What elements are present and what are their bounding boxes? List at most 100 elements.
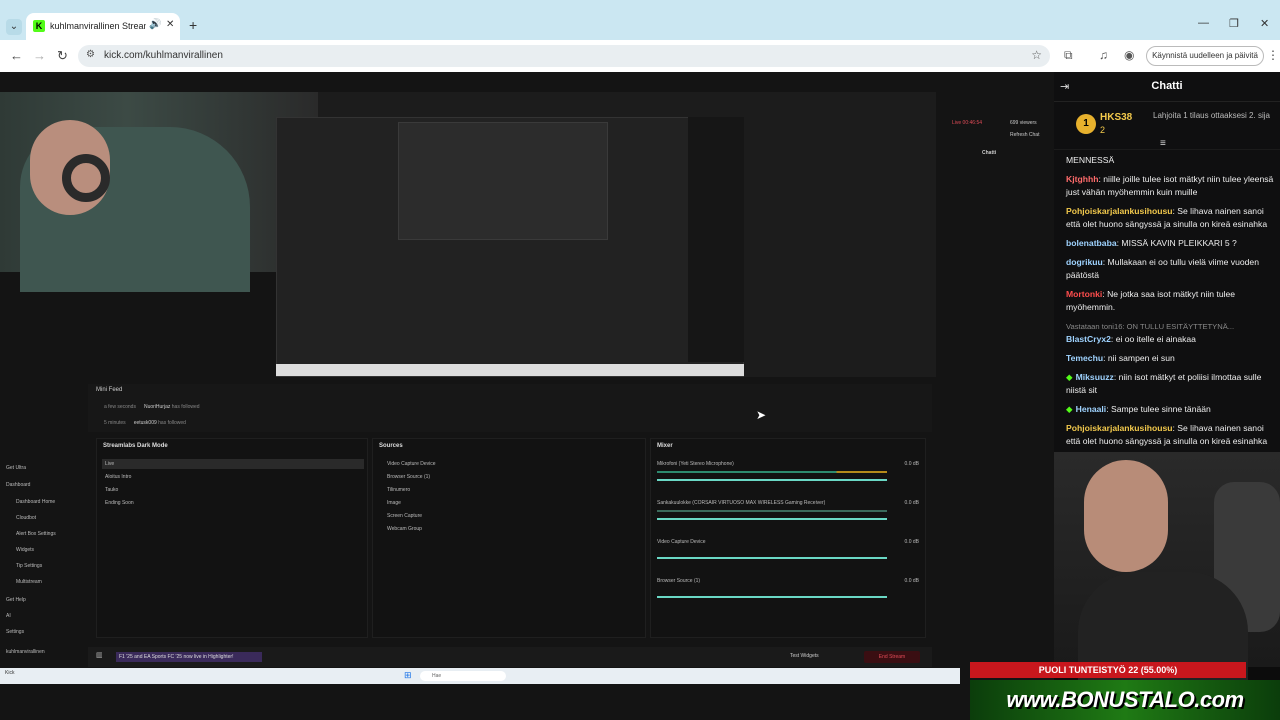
news-ticker[interactable]: F1 '25 and EA Sports FC '25 now live in …: [116, 652, 262, 662]
scene-item[interactable]: Live: [105, 461, 114, 467]
chat-username[interactable]: Kjtghhh: [1066, 174, 1098, 184]
sidebar-item[interactable]: Settings: [6, 629, 24, 635]
volume-slider[interactable]: [657, 479, 887, 481]
browser-tab[interactable]: K kuhlmanvirallinen Stream 🔊 ✕: [26, 13, 180, 40]
mini-feed-title: Mini Feed: [96, 387, 123, 393]
scene-item[interactable]: Aloitus Intro: [105, 474, 131, 480]
end-stream-button[interactable]: End Stream: [864, 651, 920, 663]
sidebar-item[interactable]: Cloudbot: [16, 515, 36, 521]
back-icon[interactable]: ←: [10, 48, 23, 63]
close-window-icon[interactable]: ✕: [1260, 17, 1269, 30]
scene-item[interactable]: Tauko: [105, 487, 118, 493]
site-info-icon[interactable]: ⚙: [86, 49, 95, 60]
audio-playing-icon[interactable]: 🔊: [149, 19, 161, 30]
media-controls-icon[interactable]: ♫: [1099, 48, 1108, 62]
chat-username[interactable]: dogrikuu: [1066, 257, 1103, 267]
sidebar-item[interactable]: kuhlmanvirallinen: [6, 649, 45, 655]
forward-icon[interactable]: →: [33, 48, 46, 63]
sub-badge-icon: ◆: [1066, 372, 1073, 382]
chat-username[interactable]: Temechu: [1066, 353, 1103, 363]
sidebar-item[interactable]: Multistream: [16, 579, 42, 585]
sidebar-item[interactable]: Dashboard Home: [16, 499, 55, 505]
mixer-channel-label: Video Capture Device: [657, 539, 706, 545]
chat-message: bolenatbaba: MISSÄ KAVIN PLEIKKARI 5 ?: [1066, 237, 1278, 250]
extensions-icon[interactable]: ⧉: [1064, 48, 1073, 63]
profile-icon[interactable]: ◉: [1124, 48, 1134, 62]
stats-icon[interactable]: ▥: [96, 651, 103, 659]
nested-taskbar: [276, 364, 744, 376]
chat-username[interactable]: Henaali: [1076, 404, 1107, 414]
volume-slider[interactable]: [657, 596, 887, 598]
feed-text: has followed: [171, 404, 200, 410]
headphones-icon: [62, 154, 110, 202]
source-item[interactable]: Webcam Group: [387, 526, 422, 532]
source-item[interactable]: Video Capture Device: [387, 461, 436, 467]
scenes-title: Streamlabs Dark Mode: [103, 443, 168, 449]
chat-username[interactable]: Pohjoiskarjalankusihousu: [1066, 423, 1173, 433]
volume-slider[interactable]: [657, 557, 887, 559]
mixer-channel-label: Sankakuulokke (CORSAIR VIRTUOSO MAX WIRE…: [657, 500, 826, 506]
chat-username[interactable]: Miksuuzz: [1076, 372, 1114, 382]
chat-text: ei oo itelle ei ainakaa: [1115, 334, 1196, 344]
refresh-chat-button[interactable]: Refresh Chat: [1010, 132, 1039, 138]
chat-messages: MENNESSÄ Kjtghhh: niille joille tulee is…: [1066, 154, 1278, 454]
address-bar[interactable]: ⚙ kick.com/kuhlmanvirallinen ☆: [78, 45, 1050, 67]
taskbar-kick-label: Kick: [5, 670, 15, 676]
source-item[interactable]: Screen Capture: [387, 513, 422, 519]
slobs-sidebar: Get Ultra Dashboard Dashboard Home Cloud…: [0, 457, 88, 667]
nested-preview-window: [398, 122, 608, 240]
expand-leaderboard-icon[interactable]: ≡: [1160, 138, 1166, 149]
feed-time: a few seconds: [104, 404, 136, 410]
mixer-db: 0.0 dB: [904, 578, 919, 584]
chat-header: ⇥ Chatti: [1054, 72, 1280, 102]
source-item[interactable]: Image: [387, 500, 401, 506]
new-tab-icon[interactable]: +: [189, 17, 197, 33]
minimize-icon[interactable]: —: [1198, 17, 1209, 29]
scenes-panel: Streamlabs Dark Mode Live Aloitus Intro …: [96, 438, 368, 638]
stream-video-player[interactable]: Live 00:46:54 699 viewers Refresh Chat C…: [0, 72, 1054, 720]
mini-feed: Mini Feed a few seconds NuoriHurjaz has f…: [88, 384, 932, 432]
chat-title: Chatti: [1151, 80, 1183, 92]
chat-username[interactable]: BlastCryx2: [1066, 334, 1111, 344]
chat-panel: ⇥ Chatti 1 HKS38 2 Lahjoita 1 tilaus ott…: [1054, 72, 1280, 452]
sidebar-item[interactable]: AI: [6, 613, 11, 619]
chat-username[interactable]: Pohjoiskarjalankusihousu: [1066, 206, 1173, 216]
reply-preview[interactable]: Vastataan toni16: ON TULLU ESITÄYTTETYNÄ…: [1066, 320, 1278, 333]
source-item[interactable]: Browser Source (1): [387, 474, 430, 480]
mixer-db: 0.0 dB: [904, 500, 919, 506]
test-widgets-button[interactable]: Test Widgets: [790, 653, 819, 659]
chat-message: Pohjoiskarjalankusihousu: Se lihava nain…: [1066, 422, 1278, 448]
reload-icon[interactable]: ↻: [57, 48, 68, 64]
chat-message: Kjtghhh: niille joille tulee isot mätkyt…: [1066, 173, 1278, 199]
chat-username[interactable]: Mortonki: [1066, 289, 1102, 299]
browser-toolbar: ← → ↻ ⚙ kick.com/kuhlmanvirallinen ☆ ⧉ ♫…: [0, 40, 1280, 72]
gift-leaderboard[interactable]: 1 HKS38 2 Lahjoita 1 tilaus ottaaksesi 2…: [1054, 104, 1280, 150]
chat-username[interactable]: bolenatbaba: [1066, 238, 1117, 248]
sidebar-item[interactable]: Widgets: [16, 547, 34, 553]
sidebar-item[interactable]: Dashboard: [6, 482, 30, 488]
chat-message: ◆ Miksuuzz: niin isot mätkyt et poliisi i…: [1066, 371, 1278, 397]
sidebar-item[interactable]: Get Ultra: [6, 465, 26, 471]
leader-cta: Lahjoita 1 tilaus ottaaksesi 2. sija: [1153, 111, 1270, 120]
sidebar-item[interactable]: Tip Settings: [16, 563, 42, 569]
taskbar-search: Hae: [420, 671, 506, 681]
source-item[interactable]: Tilinumero: [387, 487, 410, 493]
feed-user: eetusk009: [133, 420, 157, 426]
bookmark-star-icon[interactable]: ☆: [1031, 48, 1042, 62]
sidebar-item[interactable]: Get Help: [6, 597, 26, 603]
bonustalo-banner[interactable]: www.BONUSTALO.com: [970, 680, 1280, 720]
rank-badge: 1: [1076, 114, 1096, 134]
promo-strip: PUOLI TUNTEISTYÖ 22 (55.00%): [970, 662, 1246, 678]
maximize-icon[interactable]: ❐: [1229, 17, 1239, 30]
sidebar-item[interactable]: Alert Box Settings: [16, 531, 56, 537]
mouse-cursor-icon: ➤: [756, 408, 767, 422]
browser-menu-icon[interactable]: ⋮: [1267, 48, 1279, 62]
close-tab-icon[interactable]: ✕: [166, 19, 174, 30]
slobs-chat-column: Live 00:46:54 699 viewers Refresh Chat C…: [938, 114, 1050, 694]
tab-search-chevron-icon[interactable]: ⌄: [6, 19, 22, 35]
volume-slider[interactable]: [657, 518, 887, 520]
promo-top-text: PUOLI TUNTEISTYÖ: [1038, 665, 1126, 675]
scene-item[interactable]: Ending Soon: [105, 500, 134, 506]
streamer-webcam-right: [1054, 452, 1280, 692]
restart-update-button[interactable]: Käynnistä uudelleen ja päivitä: [1146, 46, 1264, 66]
